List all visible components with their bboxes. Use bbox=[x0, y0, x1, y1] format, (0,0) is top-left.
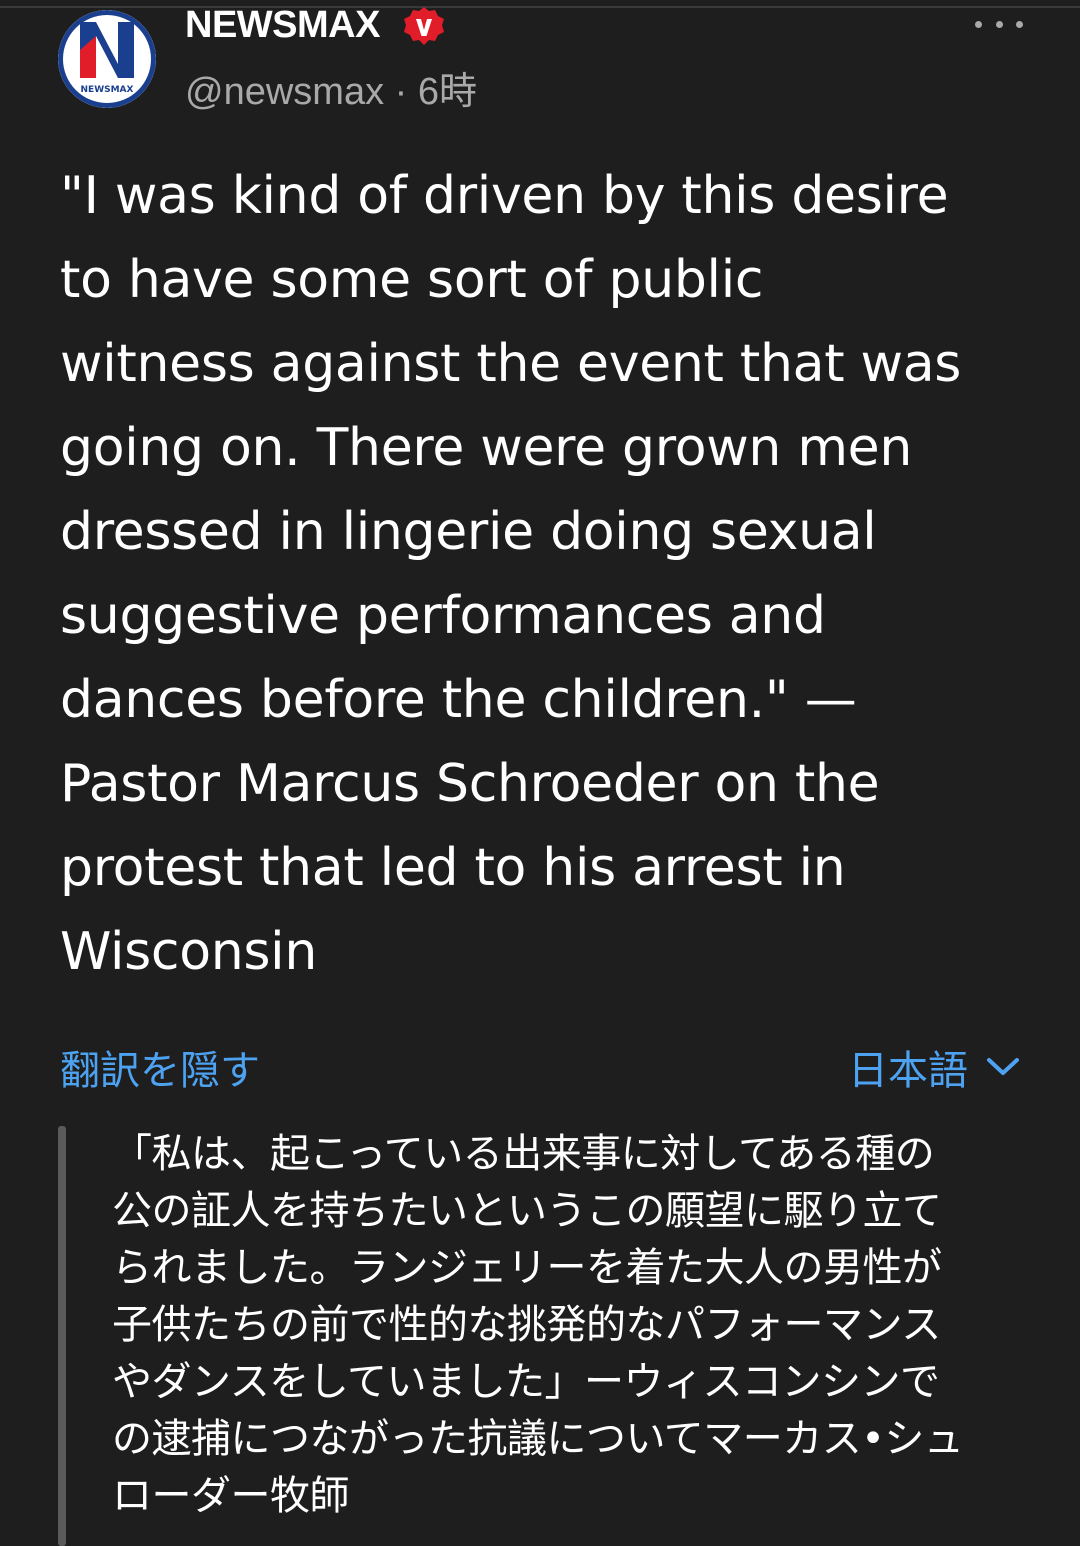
more-dot bbox=[975, 20, 982, 28]
account-name[interactable]: NEWSMAX bbox=[185, 4, 380, 47]
top-divider bbox=[0, 6, 1080, 8]
more-dot bbox=[995, 20, 1003, 28]
more-options-icon[interactable] bbox=[975, 14, 1023, 34]
newsmax-logo-icon[interactable]: NEWSMAX bbox=[58, 10, 156, 108]
avatar-logo-text: NEWSMAX bbox=[81, 85, 134, 95]
language-select[interactable]: 日本語 bbox=[848, 1038, 1020, 1096]
hide-translation-link[interactable]: 翻訳を隠す bbox=[60, 1038, 260, 1096]
tweet-text: "I was kind of driven by this desire to … bbox=[60, 166, 962, 982]
verified-badge-icon bbox=[404, 7, 444, 45]
chevron-down-icon bbox=[987, 1058, 1019, 1075]
language-label: 日本語 bbox=[848, 1049, 968, 1093]
more-dot bbox=[1016, 20, 1023, 28]
translation-quote-bar bbox=[58, 1126, 66, 1546]
handle-and-time: @newsmax · 6時 bbox=[185, 71, 477, 113]
translation-text: 「私は、起こっている出来事に対してある種の 公の証人を持ちたいというこの願望に駆… bbox=[112, 1131, 964, 1519]
